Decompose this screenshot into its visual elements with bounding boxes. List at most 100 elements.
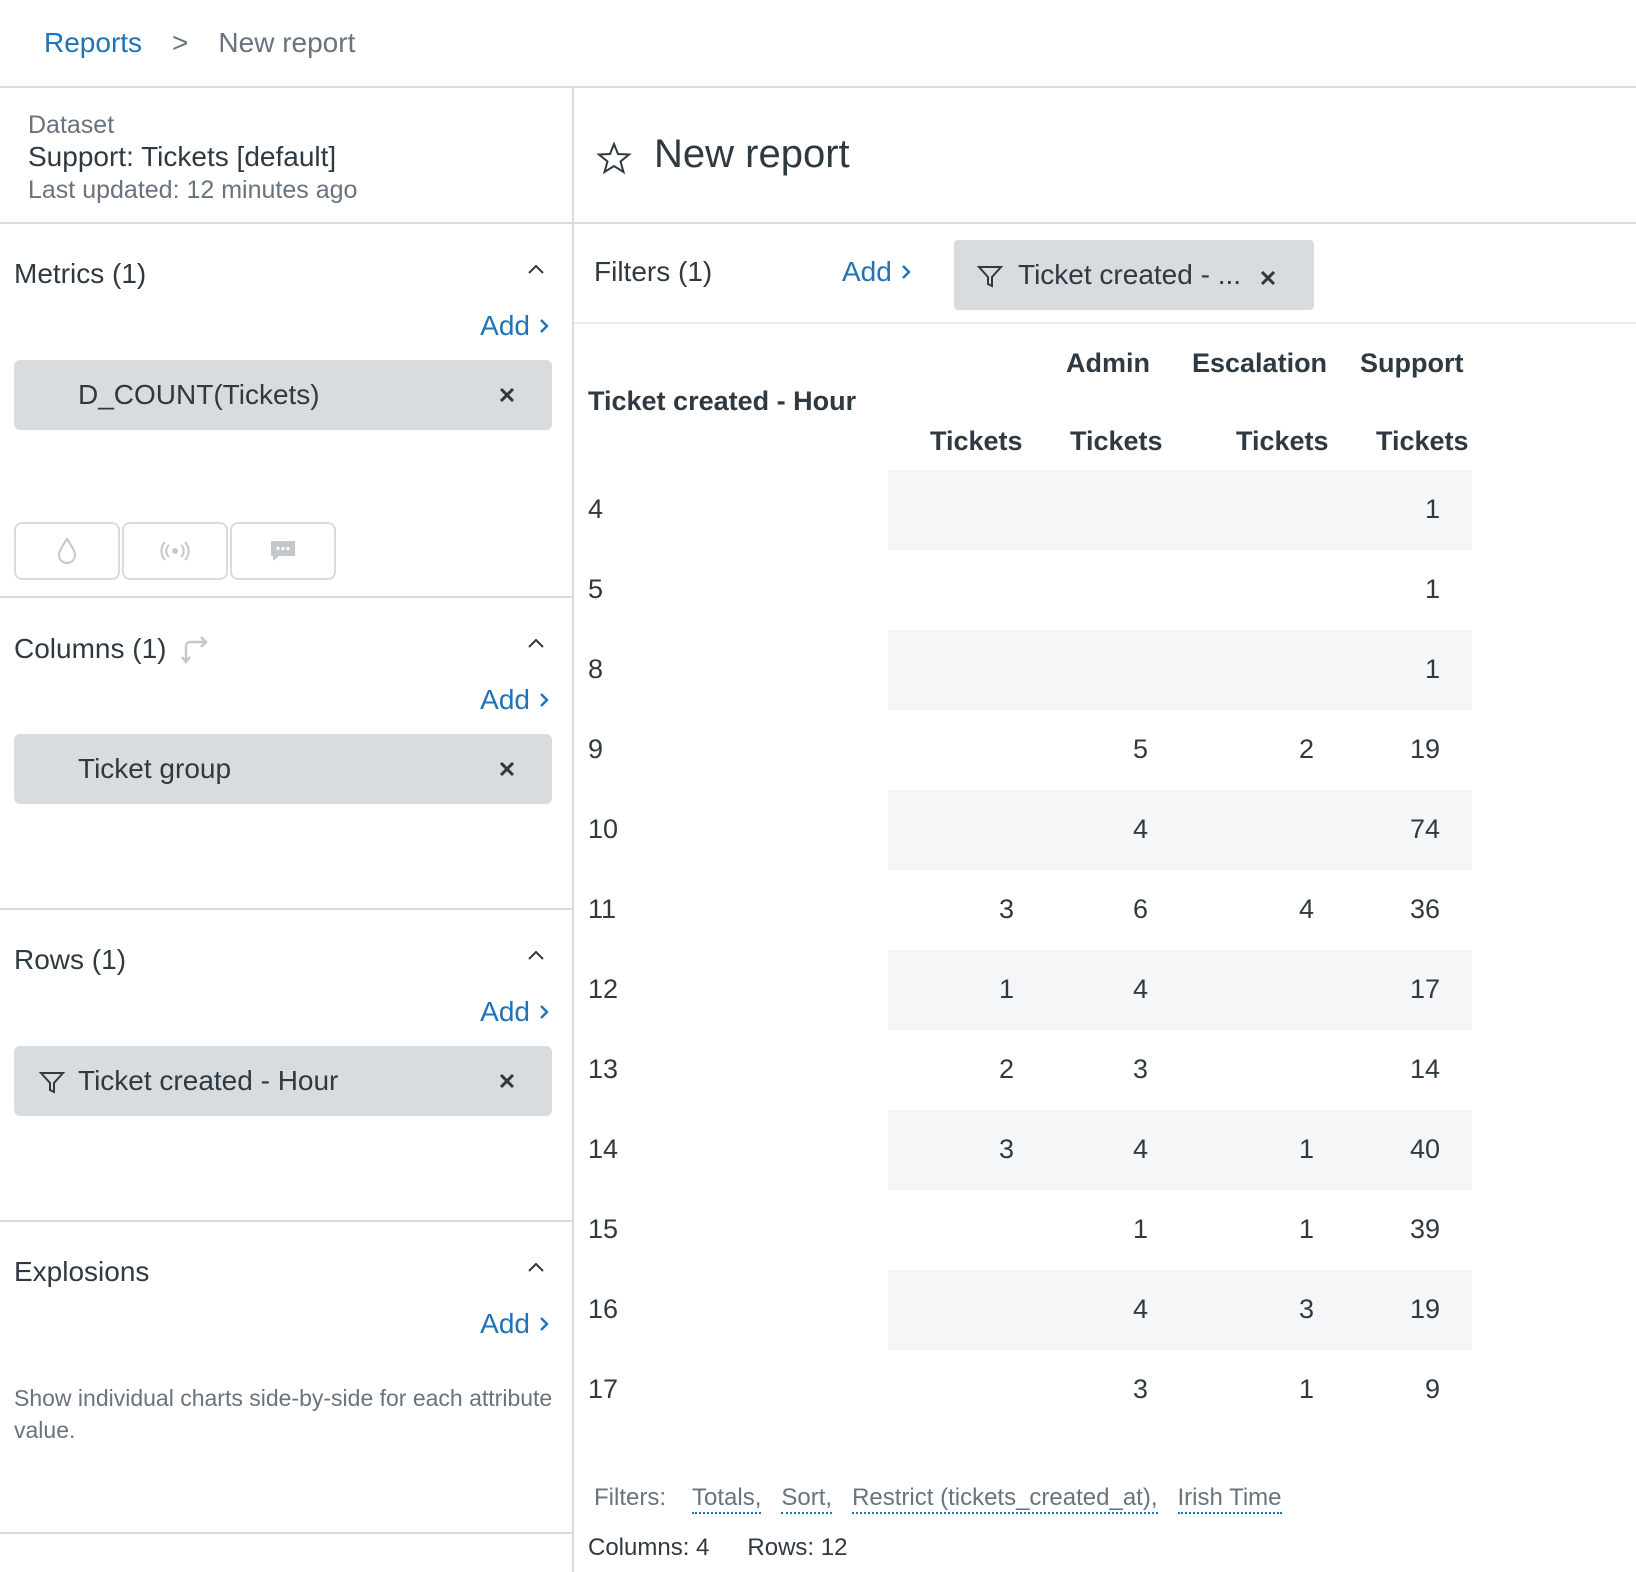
- metrics-add-button[interactable]: Add: [480, 310, 550, 342]
- group-header-support: Support: [1360, 348, 1464, 378]
- metric-pill-label: D_COUNT(Tickets): [78, 379, 320, 410]
- table-cell: 1: [1424, 654, 1440, 684]
- row-hour-label: 10: [588, 814, 619, 844]
- star-icon[interactable]: [596, 140, 632, 176]
- metric-pill[interactable]: D_COUNT(Tickets): [14, 360, 552, 430]
- chevron-up-icon[interactable]: [526, 260, 546, 280]
- metrics-add-label: Add: [480, 310, 530, 341]
- table-cell: 19: [1409, 1294, 1440, 1324]
- columns-add-label: Add: [480, 684, 530, 715]
- breadcrumb-current: New report: [218, 27, 356, 58]
- footer-timezone-link[interactable]: Irish Time: [1177, 1484, 1282, 1514]
- chat-icon[interactable]: [230, 522, 336, 580]
- metrics-section: Metrics (1) Add D_COUNT(Tickets): [0, 224, 572, 598]
- group-header-escalation: Escalation: [1192, 348, 1328, 378]
- breadcrumb-separator: >: [172, 27, 189, 58]
- filter-icon: [38, 1072, 66, 1094]
- table-row: 15 1 1 39: [588, 1190, 1636, 1270]
- chevron-up-icon[interactable]: [526, 1258, 546, 1278]
- row-hour-label: 8: [588, 654, 604, 684]
- chevron-right-icon: [540, 1317, 549, 1331]
- table-cell: 1: [1132, 1214, 1148, 1244]
- chevron-up-icon[interactable]: [526, 634, 546, 654]
- table-row: 81: [588, 630, 1636, 710]
- table-cell: 14: [1409, 1054, 1440, 1084]
- table-cell: 74: [1409, 814, 1440, 844]
- footer-filters: Filters: Totals, Sort, Restrict (tickets…: [594, 1484, 1282, 1514]
- visualization-buttons: [14, 522, 336, 580]
- table-cell: 1: [1424, 574, 1440, 604]
- remove-filter-icon[interactable]: [1258, 268, 1278, 288]
- columns-section: Columns (1) Add Ticket group: [0, 598, 572, 910]
- remove-metric-icon[interactable]: [496, 384, 518, 406]
- table-row: 10 4 74: [588, 790, 1636, 870]
- row-hour-label: 5: [588, 574, 604, 604]
- metrics-title: Metrics (1): [14, 258, 147, 289]
- column-pill-label: Ticket group: [78, 753, 232, 784]
- dataset-label: Dataset: [28, 111, 115, 139]
- dataset-name: Support: Tickets [default]: [28, 141, 337, 172]
- table-row: 9 5 2 19: [588, 710, 1636, 790]
- metric-header: Tickets: [1236, 426, 1329, 456]
- remove-column-icon[interactable]: [496, 758, 518, 780]
- filter-chip[interactable]: Ticket created - ...: [954, 240, 1314, 310]
- remove-row-icon[interactable]: [496, 1070, 518, 1092]
- chevron-right-icon: [901, 265, 911, 279]
- report-title[interactable]: New report: [654, 132, 850, 177]
- row-header: Ticket created - Hour: [588, 386, 857, 416]
- broadcast-icon[interactable]: [122, 522, 228, 580]
- column-pill[interactable]: Ticket group: [14, 734, 552, 804]
- breadcrumb: Reports > New report: [0, 0, 1636, 88]
- drop-icon[interactable]: [14, 522, 120, 580]
- chevron-up-icon[interactable]: [526, 946, 546, 966]
- table-cell: 4: [1298, 894, 1314, 924]
- filter-chip-label: Ticket created - ...: [1018, 259, 1242, 290]
- row-hour-label: 13: [588, 1054, 619, 1084]
- table-row: 51: [588, 550, 1636, 630]
- explosions-add-button[interactable]: Add: [480, 1308, 550, 1340]
- table-row: 14 3 4 1 40: [588, 1110, 1636, 1190]
- footer-totals-link[interactable]: Totals,: [692, 1484, 762, 1514]
- report-main: New report Filters (1) Add Ticket create…: [574, 88, 1636, 1572]
- breadcrumb-reports-link[interactable]: Reports: [44, 27, 142, 59]
- report-title-bar: New report: [574, 88, 1636, 224]
- table-row: 17 3 1 9: [588, 1350, 1636, 1430]
- row-pill[interactable]: Ticket created - Hour: [14, 1046, 552, 1116]
- columns-add-button[interactable]: Add: [480, 684, 550, 716]
- explosions-description: Show individual charts side-by-side for …: [14, 1385, 553, 1443]
- footer-restrict-link[interactable]: Restrict (tickets_created_at),: [852, 1484, 1158, 1514]
- table-cell: 1: [1298, 1134, 1314, 1164]
- table-cell: 4: [1132, 814, 1148, 844]
- table-cell: 3: [1132, 1374, 1148, 1404]
- explosions-title: Explosions: [14, 1256, 150, 1287]
- explosions-add-label: Add: [480, 1308, 530, 1339]
- rows-add-button[interactable]: Add: [480, 996, 550, 1028]
- columns-title: Columns (1): [14, 633, 167, 664]
- chevron-right-icon: [540, 693, 549, 707]
- group-header-admin: Admin: [1066, 348, 1150, 378]
- table-cell: 4: [1132, 1294, 1148, 1324]
- footer-filters-label: Filters:: [594, 1484, 666, 1511]
- table-cell: 17: [1409, 974, 1440, 1004]
- table-row: 12 1 4 17: [588, 950, 1636, 1030]
- row-hour-label: 17: [588, 1374, 619, 1404]
- swap-axes-icon[interactable]: [178, 632, 212, 666]
- columns-title-row: Columns (1): [14, 632, 212, 666]
- table-row: 41: [588, 470, 1636, 550]
- filters-add-label: Add: [842, 256, 892, 287]
- table-cell: 5: [1132, 734, 1148, 764]
- table-row: 13 2 3 14: [588, 1030, 1636, 1110]
- row-hour-label: 11: [588, 894, 617, 924]
- table-cell: 6: [1132, 894, 1148, 924]
- metric-header: Tickets: [930, 426, 1023, 456]
- filter-icon: [976, 266, 1004, 288]
- table-cell: 19: [1409, 734, 1440, 764]
- table-cell: 1: [998, 974, 1014, 1004]
- rows-section: Rows (1) Add Ticket created - Hour: [0, 910, 572, 1222]
- footer-sort-link[interactable]: Sort,: [781, 1484, 833, 1514]
- report-builder-sidebar: Dataset Support: Tickets [default] Last …: [0, 88, 574, 1572]
- filters-add-button[interactable]: Add: [842, 256, 912, 288]
- footer-counts: Columns: 4 Rows: 12: [588, 1534, 847, 1562]
- table-cell: 4: [1132, 974, 1148, 1004]
- row-pill-label: Ticket created - Hour: [78, 1065, 339, 1096]
